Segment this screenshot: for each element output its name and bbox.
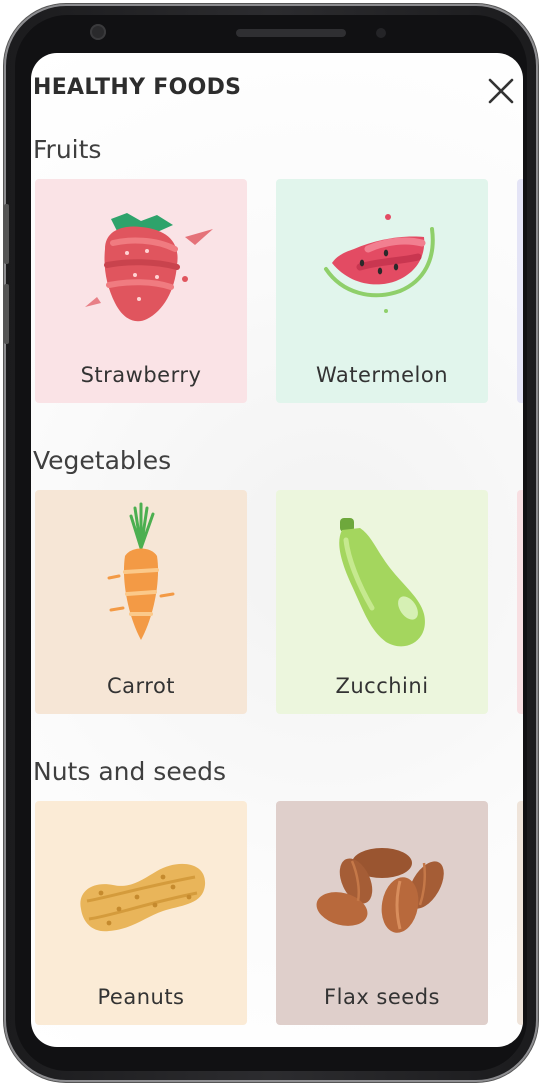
food-card-peek[interactable] [517, 179, 523, 403]
food-card-label: Flax seeds [324, 985, 440, 1009]
phone-frame: HEALTHY FOODS Fruits Strawberry Watermel… [4, 4, 538, 1082]
food-card-label: Zucchini [335, 674, 429, 698]
food-card-flax-seeds[interactable]: Flax seeds [276, 801, 488, 1025]
food-card-label: Strawberry [80, 363, 202, 387]
section-title-nuts-and-seeds: Nuts and seeds [33, 757, 226, 786]
app-screen: HEALTHY FOODS Fruits Strawberry Watermel… [31, 53, 523, 1047]
food-card-label: Watermelon [315, 363, 449, 387]
food-card-label: Peanuts [97, 985, 185, 1009]
volume-button [4, 204, 9, 264]
food-card-label: Carrot [106, 674, 176, 698]
earpiece-speaker [236, 29, 346, 37]
power-button [4, 284, 9, 344]
proximity-sensor [376, 28, 386, 38]
section-title-fruits: Fruits [33, 135, 102, 164]
food-card-peek[interactable] [517, 490, 523, 714]
close-button[interactable] [487, 77, 515, 105]
section-title-vegetables: Vegetables [33, 446, 172, 475]
close-icon [488, 78, 514, 104]
food-card-watermelon[interactable]: Watermelon [276, 179, 488, 403]
food-card-carrot[interactable]: Carrot [35, 490, 247, 714]
food-card-zucchini[interactable]: Zucchini [276, 490, 488, 714]
front-camera [90, 24, 106, 40]
page-title: HEALTHY FOODS [33, 75, 242, 100]
food-card-strawberry[interactable]: Strawberry [35, 179, 247, 403]
food-card-peanuts[interactable]: Peanuts [35, 801, 247, 1025]
food-card-peek[interactable] [517, 801, 523, 1025]
